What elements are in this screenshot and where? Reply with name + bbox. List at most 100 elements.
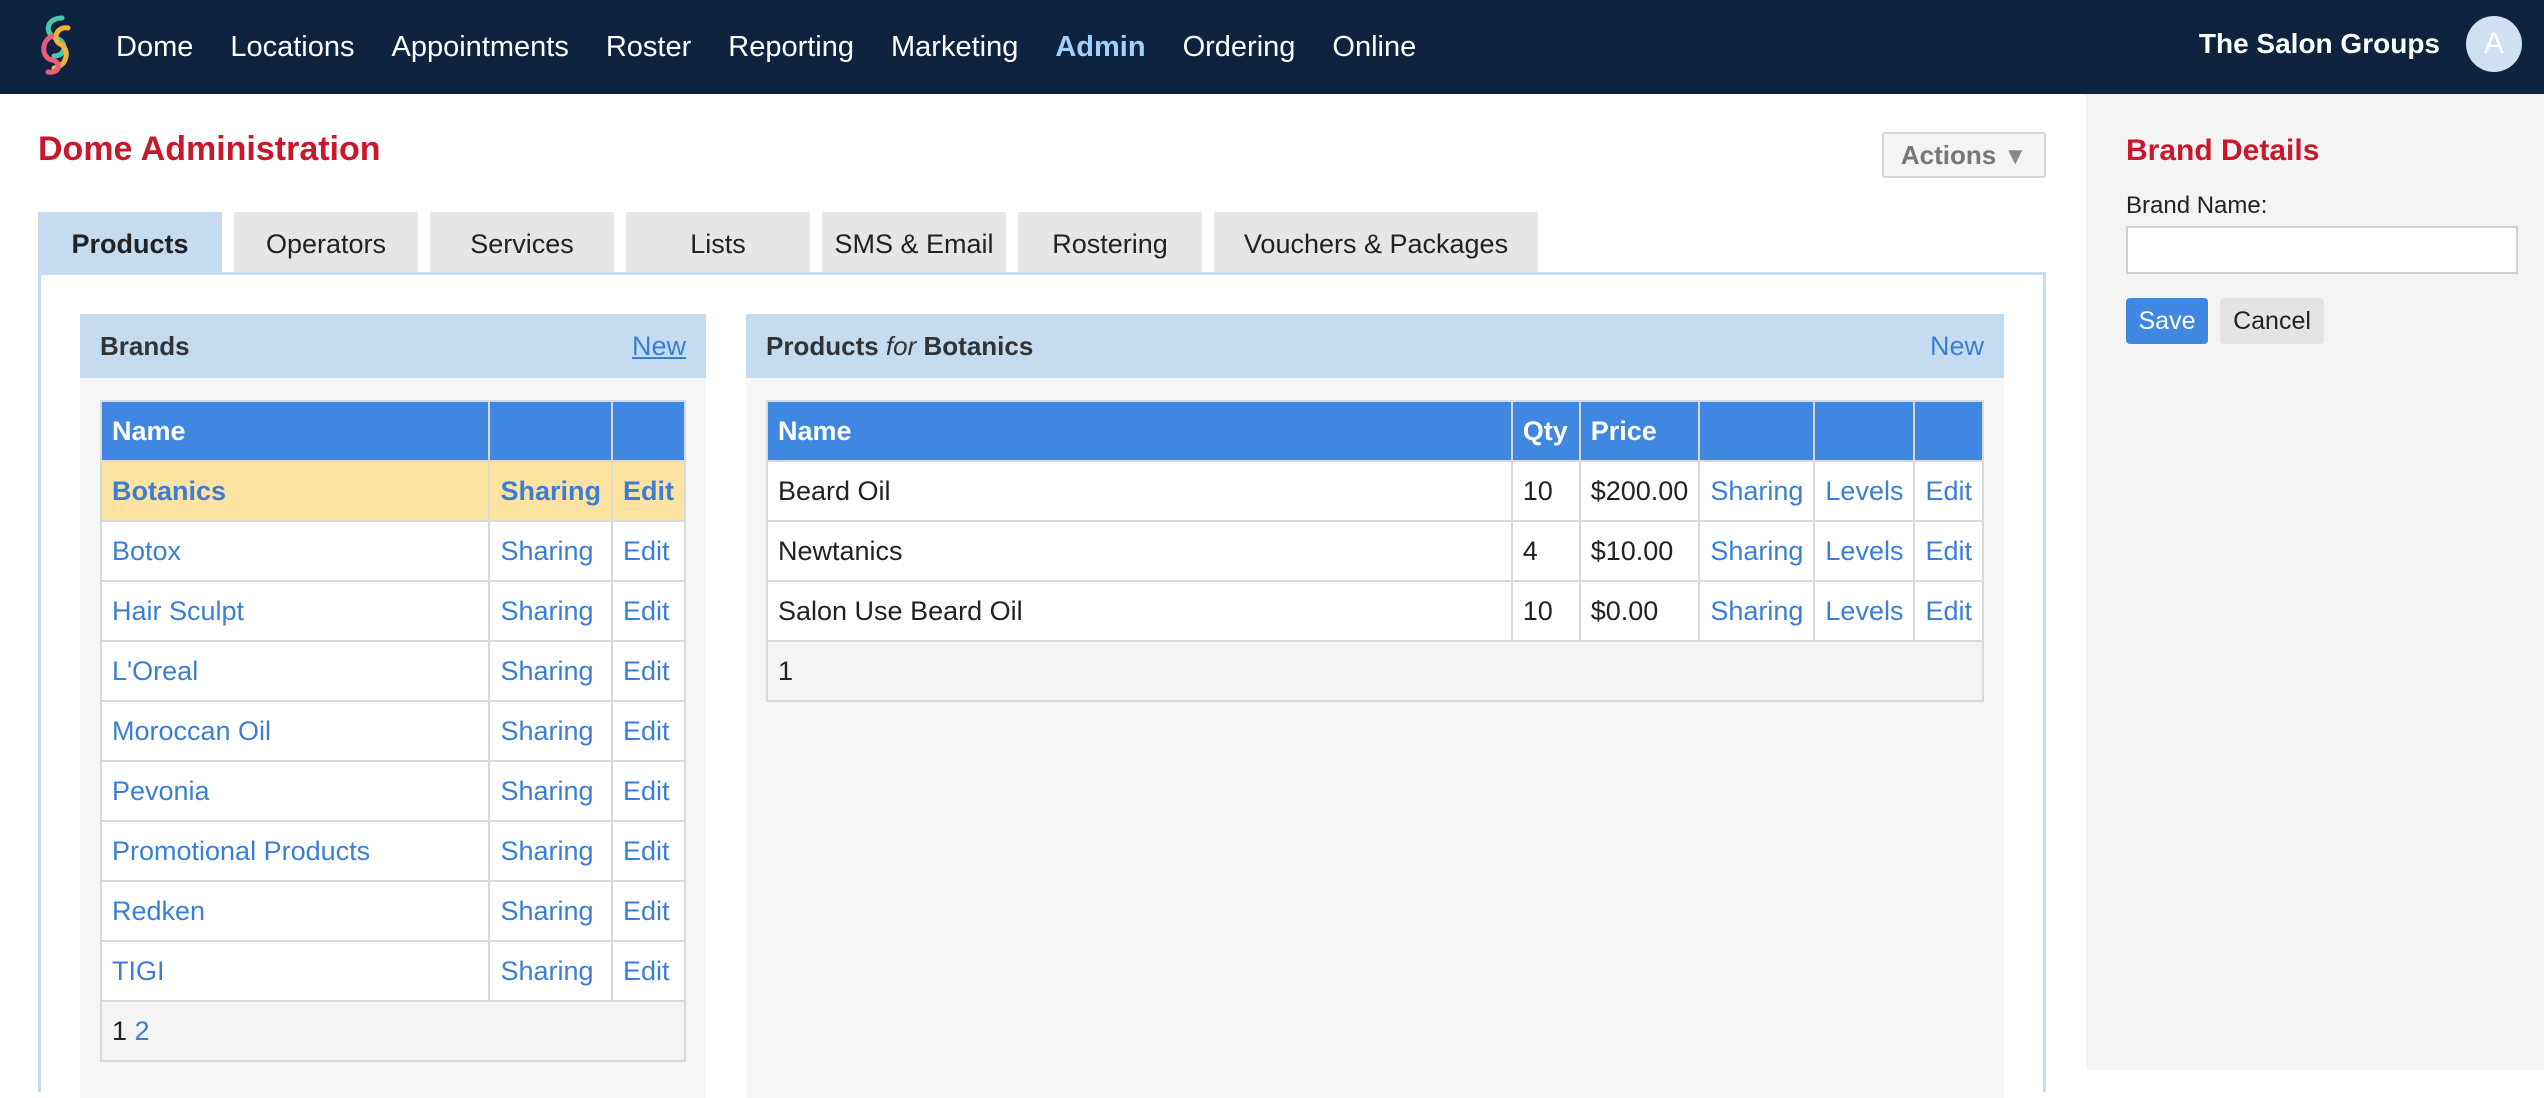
product-sharing-link[interactable]: Sharing: [1710, 476, 1803, 506]
product-name: Newtanics: [766, 520, 1513, 582]
brand-sharing-link[interactable]: Sharing: [500, 776, 593, 806]
product-edit-link[interactable]: Edit: [1925, 536, 1972, 566]
brand-sharing-link[interactable]: Sharing: [500, 896, 593, 926]
organization-name[interactable]: The Salon Groups: [2199, 0, 2440, 94]
actions-dropdown-button[interactable]: Actions ▼: [1882, 132, 2046, 178]
brand-sharing-link[interactable]: Sharing: [500, 836, 593, 866]
column-header-levels: [1813, 400, 1916, 462]
actions-label: Actions: [1900, 140, 1997, 170]
brands-table-header: Name: [99, 400, 686, 462]
brand-name-link[interactable]: Promotional Products: [112, 836, 370, 866]
brand-edit-link[interactable]: Edit: [623, 656, 670, 686]
brand-sharing-link[interactable]: Sharing: [500, 596, 593, 626]
product-levels-link[interactable]: Levels: [1825, 476, 1903, 506]
brand-edit-link[interactable]: Edit: [623, 716, 670, 746]
product-price: $0.00: [1578, 580, 1701, 642]
products-panel-header: Products for Botanics New: [746, 314, 2004, 378]
tab-products[interactable]: Products: [38, 212, 222, 272]
product-sharing-link[interactable]: Sharing: [1710, 596, 1803, 626]
product-edit-link[interactable]: Edit: [1925, 596, 1972, 626]
brand-row[interactable]: Moroccan Oil Sharing Edit: [99, 700, 686, 762]
brand-name-link[interactable]: Moroccan Oil: [112, 716, 271, 746]
brand-sharing-link[interactable]: Sharing: [500, 476, 601, 506]
brands-pager-row: 1 2: [100, 1000, 686, 1062]
tab-sms-email[interactable]: SMS & Email: [822, 212, 1006, 272]
nav-item-appointments[interactable]: Appointments: [392, 31, 569, 64]
nav-item-dome[interactable]: Dome: [116, 31, 193, 64]
brand-edit-link[interactable]: Edit: [623, 536, 670, 566]
avatar[interactable]: A: [2466, 16, 2522, 72]
brand-row[interactable]: Hair Sculpt Sharing Edit: [99, 580, 686, 642]
main-content: Dome Administration Actions ▼ Products O…: [0, 94, 2086, 1098]
brand-sharing-link[interactable]: Sharing: [500, 716, 593, 746]
nav-item-roster[interactable]: Roster: [606, 31, 691, 64]
brands-panel-header: Brands New: [80, 314, 706, 378]
cancel-button[interactable]: Cancel: [2220, 298, 2324, 344]
new-brand-link[interactable]: New: [632, 314, 686, 378]
products-panel-title: Products: [766, 331, 879, 361]
product-row[interactable]: Salon Use Beard Oil 10 $0.00 Sharing Lev…: [766, 580, 1984, 642]
nav-item-reporting[interactable]: Reporting: [728, 31, 854, 64]
tab-vouchers-packages[interactable]: Vouchers & Packages: [1214, 212, 1538, 272]
brand-row[interactable]: Promotional Products Sharing Edit: [99, 820, 686, 882]
nav-item-admin[interactable]: Admin: [1055, 31, 1145, 64]
product-row[interactable]: Beard Oil 10 $200.00 Sharing Levels Edit: [766, 460, 1984, 522]
brand-edit-link[interactable]: Edit: [623, 956, 670, 986]
brand-sharing-link[interactable]: Sharing: [500, 656, 593, 686]
brands-panel-title: Brands: [100, 331, 190, 361]
nav-item-online[interactable]: Online: [1332, 31, 1416, 64]
brand-name-link[interactable]: TIGI: [112, 956, 165, 986]
brand-name-link[interactable]: Pevonia: [112, 776, 210, 806]
save-button[interactable]: Save: [2126, 298, 2208, 344]
column-header-name: Name: [99, 400, 491, 462]
tab-lists[interactable]: Lists: [626, 212, 810, 272]
brand-edit-link[interactable]: Edit: [623, 776, 670, 806]
column-header-edit: [611, 400, 686, 462]
main-nav: Dome Locations Appointments Roster Repor…: [116, 0, 1453, 94]
brand-edit-link[interactable]: Edit: [623, 476, 674, 506]
brand-sharing-link[interactable]: Sharing: [500, 536, 593, 566]
admin-tabs: Products Operators Services Lists SMS & …: [38, 212, 1550, 272]
column-header-sharing: [488, 400, 613, 462]
nav-item-ordering[interactable]: Ordering: [1183, 31, 1296, 64]
brand-name-link[interactable]: L'Oreal: [112, 656, 198, 686]
nav-item-marketing[interactable]: Marketing: [891, 31, 1018, 64]
products-pager: 1: [766, 640, 1984, 702]
tab-operators[interactable]: Operators: [234, 212, 418, 272]
brand-name-link[interactable]: Redken: [112, 896, 205, 926]
pager-current-page: 1: [112, 1015, 128, 1046]
brand-name-input[interactable]: [2126, 226, 2518, 274]
product-row[interactable]: Newtanics 4 $10.00 Sharing Levels Edit: [766, 520, 1984, 582]
brand-row[interactable]: TIGI Sharing Edit: [99, 940, 686, 1002]
brand-edit-link[interactable]: Edit: [623, 836, 670, 866]
column-header-sharing: [1698, 400, 1816, 462]
brand-name-link[interactable]: Hair Sculpt: [112, 596, 244, 626]
brands-pager: 1 2: [100, 1000, 686, 1062]
new-product-link[interactable]: New: [1930, 314, 1984, 378]
product-qty: 4: [1510, 520, 1581, 582]
products-table-header: Name Qty Price: [766, 400, 1984, 462]
brand-row[interactable]: Botox Sharing Edit: [99, 520, 686, 582]
brand-edit-link[interactable]: Edit: [623, 596, 670, 626]
brand-sharing-link[interactable]: Sharing: [500, 956, 593, 986]
brand-row[interactable]: Botanics Sharing Edit: [99, 460, 686, 522]
product-sharing-link[interactable]: Sharing: [1710, 536, 1803, 566]
brand-name-link[interactable]: Botanics: [112, 476, 226, 506]
tab-rostering[interactable]: Rostering: [1018, 212, 1202, 272]
brand-edit-link[interactable]: Edit: [623, 896, 670, 926]
tab-services[interactable]: Services: [430, 212, 614, 272]
product-levels-link[interactable]: Levels: [1825, 596, 1903, 626]
brand-row[interactable]: Redken Sharing Edit: [99, 880, 686, 942]
brand-row[interactable]: Pevonia Sharing Edit: [99, 760, 686, 822]
triangle-down-icon: ▼: [2003, 143, 2028, 170]
nav-item-locations[interactable]: Locations: [230, 31, 354, 64]
salon-logo-icon[interactable]: [32, 12, 82, 78]
brand-row[interactable]: L'Oreal Sharing Edit: [99, 640, 686, 702]
product-edit-link[interactable]: Edit: [1925, 476, 1972, 506]
product-levels-link[interactable]: Levels: [1825, 536, 1903, 566]
pager-page-link[interactable]: 2: [135, 1016, 150, 1046]
product-name: Salon Use Beard Oil: [766, 580, 1513, 642]
product-name: Beard Oil: [766, 460, 1513, 522]
brands-table: Name Botanics Sharing Edit Botox Sharing…: [99, 400, 686, 1062]
brand-name-link[interactable]: Botox: [112, 536, 181, 566]
